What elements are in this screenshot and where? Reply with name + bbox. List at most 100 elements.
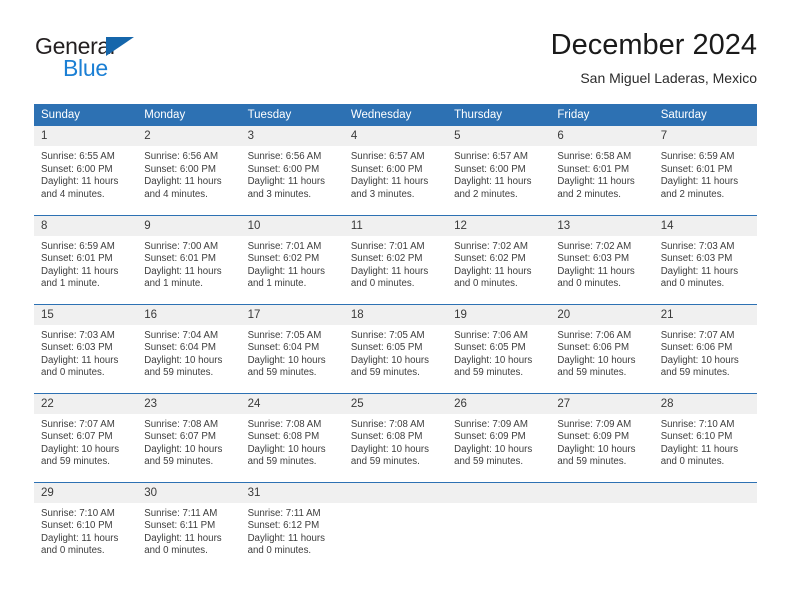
day-cell[interactable]: 19 Sunrise: 7:06 AM Sunset: 6:05 PM Dayl… xyxy=(447,303,551,393)
daylight-text-line1: Daylight: 10 hours xyxy=(144,354,223,366)
day-number: 5 xyxy=(447,126,551,146)
day-cell[interactable]: 14 Sunrise: 7:03 AM Sunset: 6:03 PM Dayl… xyxy=(653,214,757,304)
day-cell[interactable]: 29 Sunrise: 7:10 AM Sunset: 6:10 PM Dayl… xyxy=(34,481,138,571)
day-cell[interactable]: 9 Sunrise: 7:00 AM Sunset: 6:01 PM Dayli… xyxy=(137,214,241,304)
day-number: 30 xyxy=(137,482,241,503)
day-details: Sunrise: 6:59 AM Sunset: 6:01 PM Dayligh… xyxy=(34,236,137,291)
day-cell[interactable]: 3 Sunrise: 6:56 AM Sunset: 6:00 PM Dayli… xyxy=(240,126,344,215)
sunrise-text: Sunrise: 7:02 AM xyxy=(454,240,528,252)
day-cell[interactable]: 12 Sunrise: 7:02 AM Sunset: 6:02 PM Dayl… xyxy=(447,214,551,304)
weekday-header-tuesday: Tuesday xyxy=(240,104,344,126)
sunset-text: Sunset: 6:00 PM xyxy=(350,163,423,175)
day-details: Sunrise: 7:01 AM Sunset: 6:02 PM Dayligh… xyxy=(344,236,447,291)
daylight-text-line2: and 0 minutes. xyxy=(454,278,518,290)
day-cell[interactable]: 24 Sunrise: 7:08 AM Sunset: 6:08 PM Dayl… xyxy=(240,392,344,482)
sunrise-text: Sunrise: 6:57 AM xyxy=(350,151,425,162)
day-cell[interactable]: 20 Sunrise: 7:06 AM Sunset: 6:06 PM Dayl… xyxy=(550,303,654,393)
day-cell[interactable]: 17 Sunrise: 7:05 AM Sunset: 6:04 PM Dayl… xyxy=(240,303,344,393)
daylight-text-line2: and 2 minutes. xyxy=(454,188,518,200)
day-number: 7 xyxy=(653,126,757,146)
day-details: Sunrise: 7:09 AM Sunset: 6:09 PM Dayligh… xyxy=(550,414,653,469)
daylight-text-line1: Daylight: 10 hours xyxy=(41,443,120,455)
day-cell-empty xyxy=(653,481,757,571)
daylight-text-line1: Daylight: 10 hours xyxy=(557,443,636,455)
daylight-text-line1: Daylight: 11 hours xyxy=(660,443,739,455)
day-cell[interactable]: 18 Sunrise: 7:05 AM Sunset: 6:05 PM Dayl… xyxy=(343,303,448,393)
weekday-header-row: Sunday Monday Tuesday Wednesday Thursday… xyxy=(34,104,757,126)
day-cell[interactable]: 10 Sunrise: 7:01 AM Sunset: 6:02 PM Dayl… xyxy=(240,214,344,304)
week-row: 8 Sunrise: 6:59 AM Sunset: 6:01 PM Dayli… xyxy=(34,214,757,304)
sunset-text: Sunset: 6:02 PM xyxy=(350,253,423,265)
sunset-text: Sunset: 6:07 PM xyxy=(41,431,113,443)
daylight-text-line2: and 59 minutes. xyxy=(247,367,317,379)
day-cell[interactable]: 11 Sunrise: 7:01 AM Sunset: 6:02 PM Dayl… xyxy=(343,214,448,304)
sunrise-text: Sunrise: 6:57 AM xyxy=(454,151,528,162)
daylight-text-line2: and 1 minute. xyxy=(144,278,203,290)
day-number: 24 xyxy=(240,393,344,414)
day-number: 28 xyxy=(653,393,757,414)
day-cell[interactable]: 7 Sunrise: 6:59 AM Sunset: 6:01 PM Dayli… xyxy=(653,126,757,215)
day-details: Sunrise: 6:57 AM Sunset: 6:00 PM Dayligh… xyxy=(447,146,550,201)
day-cell[interactable]: 21 Sunrise: 7:07 AM Sunset: 6:06 PM Dayl… xyxy=(653,303,757,393)
general-blue-logo[interactable]: General Blue xyxy=(35,33,155,81)
day-cell[interactable]: 23 Sunrise: 7:08 AM Sunset: 6:07 PM Dayl… xyxy=(137,392,241,482)
daylight-text-line2: and 3 minutes. xyxy=(247,188,312,200)
calendar-body: 1 Sunrise: 6:55 AM Sunset: 6:00 PM Dayli… xyxy=(34,126,757,571)
day-cell[interactable]: 30 Sunrise: 7:11 AM Sunset: 6:11 PM Dayl… xyxy=(137,481,241,571)
day-cell[interactable]: 22 Sunrise: 7:07 AM Sunset: 6:07 PM Dayl… xyxy=(34,392,138,482)
daylight-text-line1: Daylight: 11 hours xyxy=(350,176,429,188)
day-cell[interactable]: 27 Sunrise: 7:09 AM Sunset: 6:09 PM Dayl… xyxy=(550,392,654,482)
daylight-text-line1: Daylight: 11 hours xyxy=(144,176,222,188)
sunset-text: Sunset: 6:01 PM xyxy=(144,253,216,265)
day-number: 15 xyxy=(34,304,138,325)
sunset-text: Sunset: 6:01 PM xyxy=(557,163,630,175)
day-cell[interactable]: 28 Sunrise: 7:10 AM Sunset: 6:10 PM Dayl… xyxy=(653,392,757,482)
day-details: Sunrise: 7:06 AM Sunset: 6:05 PM Dayligh… xyxy=(447,325,550,380)
day-cell[interactable]: 1 Sunrise: 6:55 AM Sunset: 6:00 PM Dayli… xyxy=(34,126,138,215)
day-number xyxy=(343,482,448,503)
daylight-text-line1: Daylight: 11 hours xyxy=(247,176,325,188)
page-subtitle: San Miguel Laderas, Mexico xyxy=(580,70,757,86)
daylight-text-line1: Daylight: 11 hours xyxy=(454,265,532,277)
sunset-text: Sunset: 6:04 PM xyxy=(144,342,216,354)
daylight-text-line1: Daylight: 10 hours xyxy=(660,354,739,366)
daylight-text-line2: and 2 minutes. xyxy=(557,188,621,200)
week-row: 29 Sunrise: 7:10 AM Sunset: 6:10 PM Dayl… xyxy=(34,481,757,571)
sunrise-text: Sunrise: 7:09 AM xyxy=(454,418,528,430)
day-cell-empty xyxy=(447,481,551,571)
day-cell[interactable]: 6 Sunrise: 6:58 AM Sunset: 6:01 PM Dayli… xyxy=(550,126,654,215)
sunset-text: Sunset: 6:02 PM xyxy=(454,253,526,265)
day-cell[interactable]: 25 Sunrise: 7:08 AM Sunset: 6:08 PM Dayl… xyxy=(343,392,448,482)
day-details: Sunrise: 7:09 AM Sunset: 6:09 PM Dayligh… xyxy=(447,414,550,469)
sunrise-text: Sunrise: 7:08 AM xyxy=(247,418,322,430)
day-cell[interactable]: 26 Sunrise: 7:09 AM Sunset: 6:09 PM Dayl… xyxy=(447,392,551,482)
sunset-text: Sunset: 6:11 PM xyxy=(144,520,216,532)
sunrise-text: Sunrise: 6:55 AM xyxy=(41,151,115,162)
day-number: 13 xyxy=(550,215,654,236)
day-cell[interactable]: 5 Sunrise: 6:57 AM Sunset: 6:00 PM Dayli… xyxy=(447,126,551,215)
day-details: Sunrise: 7:10 AM Sunset: 6:10 PM Dayligh… xyxy=(34,503,137,558)
sunrise-text: Sunrise: 7:05 AM xyxy=(247,329,322,341)
day-cell[interactable]: 4 Sunrise: 6:57 AM Sunset: 6:00 PM Dayli… xyxy=(343,126,448,215)
daylight-text-line2: and 59 minutes. xyxy=(144,367,214,379)
day-cell[interactable]: 8 Sunrise: 6:59 AM Sunset: 6:01 PM Dayli… xyxy=(34,214,138,304)
daylight-text-line1: Daylight: 11 hours xyxy=(144,532,222,544)
sunrise-text: Sunrise: 7:11 AM xyxy=(144,507,218,519)
day-cell-empty xyxy=(343,481,448,571)
day-details: Sunrise: 6:58 AM Sunset: 6:01 PM Dayligh… xyxy=(550,146,653,201)
sunset-text: Sunset: 6:03 PM xyxy=(660,253,733,265)
day-cell[interactable]: 16 Sunrise: 7:04 AM Sunset: 6:04 PM Dayl… xyxy=(137,303,241,393)
day-details: Sunrise: 7:02 AM Sunset: 6:03 PM Dayligh… xyxy=(550,236,653,291)
week-row: 22 Sunrise: 7:07 AM Sunset: 6:07 PM Dayl… xyxy=(34,392,757,482)
sunrise-text: Sunrise: 7:09 AM xyxy=(557,418,632,430)
day-cell[interactable]: 2 Sunrise: 6:56 AM Sunset: 6:00 PM Dayli… xyxy=(137,126,241,215)
day-cell[interactable]: 31 Sunrise: 7:11 AM Sunset: 6:12 PM Dayl… xyxy=(240,481,344,571)
day-number: 21 xyxy=(653,304,757,325)
daylight-text-line1: Daylight: 10 hours xyxy=(350,354,429,366)
sunrise-text: Sunrise: 7:00 AM xyxy=(144,240,219,252)
day-cell[interactable]: 15 Sunrise: 7:03 AM Sunset: 6:03 PM Dayl… xyxy=(34,303,138,393)
sunrise-text: Sunrise: 7:06 AM xyxy=(557,329,632,341)
day-number: 16 xyxy=(137,304,241,325)
sunset-text: Sunset: 6:01 PM xyxy=(41,253,113,265)
day-cell[interactable]: 13 Sunrise: 7:02 AM Sunset: 6:03 PM Dayl… xyxy=(550,214,654,304)
